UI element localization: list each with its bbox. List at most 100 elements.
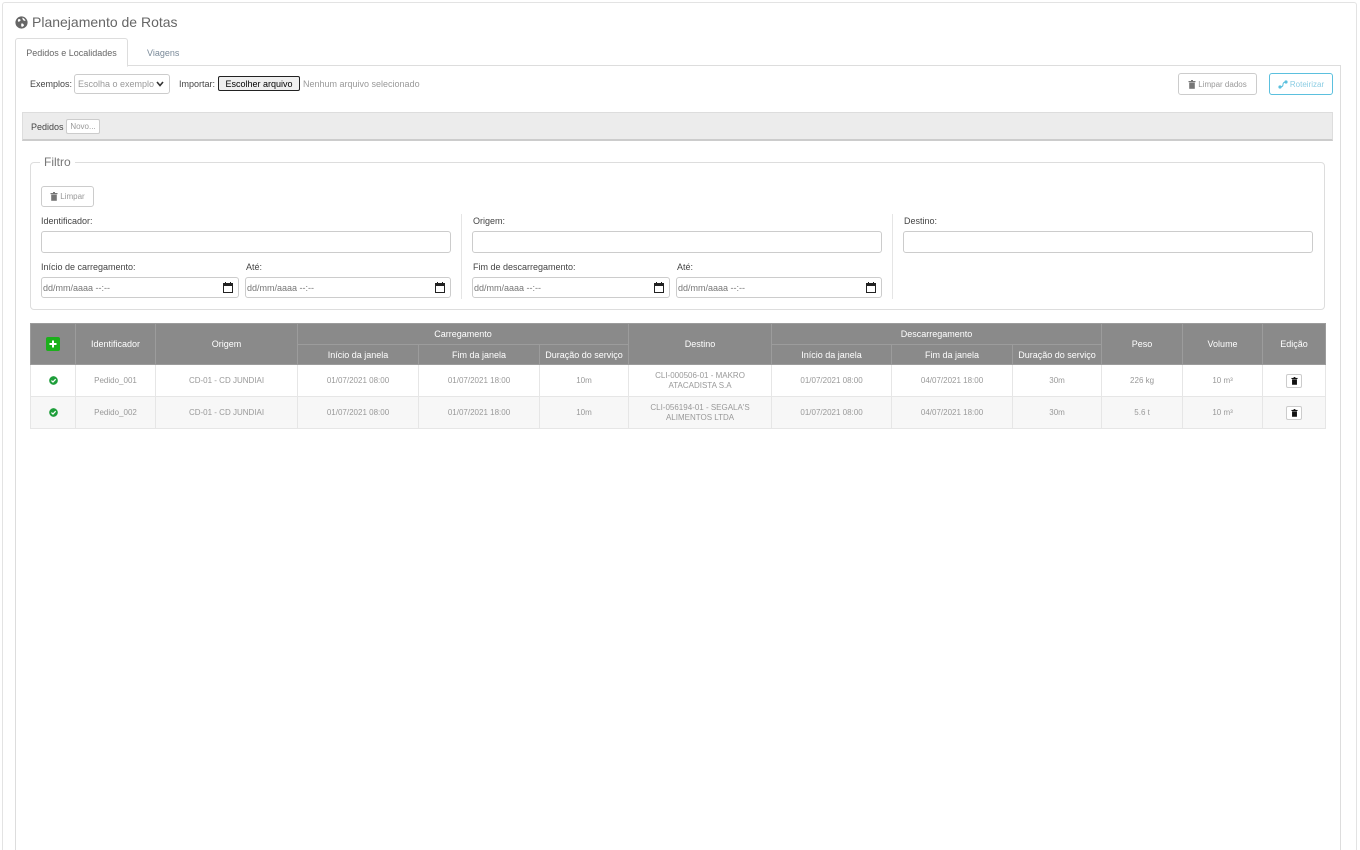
header-destino[interactable]: Destino <box>628 323 773 365</box>
tab-viagens[interactable]: Viagens <box>141 38 185 67</box>
header-descarregamento: Descarregamento <box>771 323 1103 345</box>
header-descarga-duracao[interactable]: Duração do serviço <box>1012 344 1103 365</box>
table-row[interactable]: Pedido_001 CD-01 - CD JUNDIAI 01/07/2021… <box>30 364 1327 397</box>
page-title: Planejamento de Rotas <box>15 14 178 30</box>
date-placeholder: dd/mm/aaaa --:-- <box>43 282 111 293</box>
ate-carregamento-date-input[interactable]: dd/mm/aaaa --:-- <box>245 277 451 298</box>
cell-carga-fim: 01/07/2021 18:00 <box>418 364 540 397</box>
filter-legend: Filtro <box>40 155 75 169</box>
fim-descarregamento-date-input[interactable]: dd/mm/aaaa --:-- <box>472 277 670 298</box>
tab-bar: Pedidos e Localidades Viagens <box>15 38 1341 67</box>
cell-origem: CD-01 - CD JUNDIAI <box>155 396 298 429</box>
orders-bar: Pedidos Novo... <box>22 112 1333 141</box>
cell-destino-line: ALIMENTOS LTDA <box>665 412 735 422</box>
add-order-button[interactable] <box>46 337 60 351</box>
page-frame: Planejamento de Rotas Pedidos e Localida… <box>0 0 1360 850</box>
cell-carga-inicio: 01/07/2021 08:00 <box>297 396 419 429</box>
orders-label: Pedidos <box>31 122 64 132</box>
calendar-icon <box>223 282 233 293</box>
inicio-carregamento-date-input[interactable]: dd/mm/aaaa --:-- <box>41 277 239 298</box>
destino-label: Destino: <box>904 216 938 226</box>
cell-volume: 10 m³ <box>1182 364 1264 397</box>
check-circle-icon <box>48 408 58 417</box>
row-status-cell <box>30 364 76 397</box>
identificador-input[interactable] <box>41 231 451 253</box>
delete-row-button[interactable] <box>1286 405 1303 420</box>
header-descarga-inicio-janela[interactable]: Início da janela <box>771 344 893 365</box>
calendar-icon <box>435 282 445 293</box>
orders-table: Identificador Origem Carregamento Destin… <box>30 323 1327 429</box>
cell-destino: CLI-000506-01 - MAKRO ATACADISTA S.A <box>628 364 773 397</box>
cell-destino-line: CLI-056194-01 - SEGALA'S <box>650 402 750 412</box>
date-placeholder: dd/mm/aaaa --:-- <box>474 282 542 293</box>
choose-file-button[interactable]: Escolher arquivo <box>218 76 300 91</box>
globe-icon <box>15 15 28 29</box>
cell-identificador: Pedido_002 <box>75 396 156 429</box>
route-button[interactable]: Roteirizar <box>1269 73 1333 95</box>
date-placeholder: dd/mm/aaaa --:-- <box>247 282 315 293</box>
filter-separator <box>892 214 893 299</box>
header-volume[interactable]: Volume <box>1182 323 1264 365</box>
clear-data-button[interactable]: Limpar dados <box>1178 73 1257 95</box>
origem-label: Origem: <box>473 216 506 226</box>
cell-peso: 5.6 t <box>1101 396 1184 429</box>
cell-destino-line: CLI-000506-01 - MAKRO <box>655 370 745 380</box>
plus-icon <box>49 340 57 348</box>
header-descarga-fim-janela[interactable]: Fim da janela <box>891 344 1014 365</box>
cell-destino: CLI-056194-01 - SEGALA'S ALIMENTOS LTDA <box>628 396 773 429</box>
header-peso[interactable]: Peso <box>1101 323 1184 365</box>
route-label: Roteirizar <box>1289 79 1325 89</box>
clear-data-label: Limpar dados <box>1198 79 1247 89</box>
table-row[interactable]: Pedido_002 CD-01 - CD JUNDIAI 01/07/2021… <box>30 396 1327 429</box>
ate-descarregamento-date-input[interactable]: dd/mm/aaaa --:-- <box>676 277 882 298</box>
cell-carga-duracao: 10m <box>538 396 630 429</box>
header-carga-fim-janela[interactable]: Fim da janela <box>418 344 540 365</box>
page-title-text: Planejamento de Rotas <box>32 14 178 30</box>
cell-descarga-fim: 04/07/2021 18:00 <box>891 396 1014 429</box>
trash-icon <box>1291 408 1298 417</box>
header-carga-inicio-janela[interactable]: Início da janela <box>297 344 419 365</box>
examples-select-value: Escolha o exemplo <box>78 79 155 89</box>
file-status: Nenhum arquivo selecionado <box>303 79 420 89</box>
header-carga-duracao[interactable]: Duração do serviço <box>538 344 630 365</box>
destino-input[interactable] <box>903 231 1313 253</box>
trash-icon <box>1291 376 1298 385</box>
cell-descarga-duracao: 30m <box>1012 396 1103 429</box>
route-icon <box>1278 79 1288 89</box>
identificador-label: Identificador: <box>41 216 93 226</box>
import-label: Importar: <box>179 79 216 89</box>
fim-descarregamento-label: Fim de descarregamento: <box>473 262 576 272</box>
cell-carga-fim: 01/07/2021 18:00 <box>418 396 540 429</box>
tab-pedidos-localidades[interactable]: Pedidos e Localidades <box>15 38 128 67</box>
cell-carga-duracao: 10m <box>538 364 630 397</box>
header-carregamento: Carregamento <box>296 323 630 345</box>
inicio-carregamento-label: Início de carregamento: <box>41 262 136 272</box>
cell-volume: 10 m³ <box>1182 396 1264 429</box>
trash-icon <box>50 192 58 201</box>
date-placeholder: dd/mm/aaaa --:-- <box>678 282 746 293</box>
filter-clear-button[interactable]: Limpar <box>41 186 94 207</box>
ate-label-descarregamento: Até: <box>677 262 694 272</box>
examples-label: Exemplos: <box>30 79 73 89</box>
cell-descarga-duracao: 30m <box>1012 364 1103 397</box>
header-origem[interactable]: Origem <box>155 323 298 365</box>
examples-select[interactable]: Escolha o exemplo <box>74 74 170 94</box>
cell-origem: CD-01 - CD JUNDIAI <box>155 364 298 397</box>
delete-row-button[interactable] <box>1286 373 1303 388</box>
chevron-down-icon <box>156 81 164 87</box>
cell-identificador: Pedido_001 <box>75 364 156 397</box>
calendar-icon <box>654 282 664 293</box>
cell-edicao <box>1262 364 1327 397</box>
cell-descarga-fim: 04/07/2021 18:00 <box>891 364 1014 397</box>
ate-label-carregamento: Até: <box>246 262 263 272</box>
header-identificador[interactable]: Identificador <box>75 323 156 365</box>
new-order-button[interactable]: Novo... <box>66 119 100 134</box>
add-order-header <box>30 323 76 365</box>
check-circle-icon <box>48 376 58 385</box>
filter-clear-label: Limpar <box>60 192 85 201</box>
row-status-cell <box>30 396 76 429</box>
trash-icon <box>1188 79 1196 89</box>
cell-edicao <box>1262 396 1327 429</box>
calendar-icon <box>866 282 876 293</box>
origem-input[interactable] <box>472 231 882 253</box>
